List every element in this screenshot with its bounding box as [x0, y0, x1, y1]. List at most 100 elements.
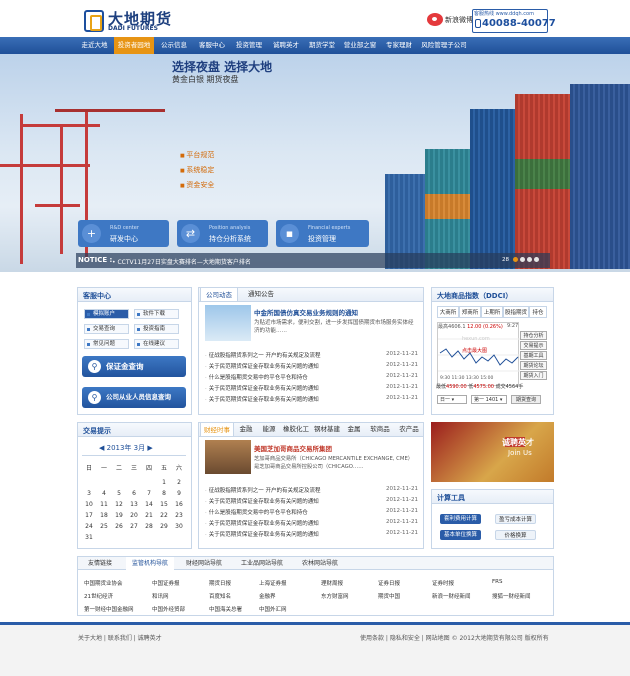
news-item-link[interactable]: 征战股指期货系列之一 开户的有关规定及流程 [205, 486, 380, 494]
calendar-day[interactable]: 4 [97, 490, 111, 497]
news-thumbnail[interactable] [205, 305, 251, 341]
position-analysis-button[interactable]: ⇄ Position analysis 持仓分析系统 [177, 220, 268, 247]
nav-item-careers[interactable]: 诚聘英才 [269, 37, 303, 54]
calendar-day[interactable]: 12 [112, 501, 126, 508]
partner-link[interactable]: 中国外经贸部 [152, 605, 185, 613]
partner-link[interactable]: 理财周报 [321, 579, 343, 587]
news-item-link[interactable]: 关于民范期货保证金存取业务有关问题的通知 [205, 362, 380, 370]
calendar-day[interactable]: 20 [127, 512, 141, 519]
partner-link[interactable]: 金融界 [259, 592, 276, 600]
index-side-item[interactable]: 基期工具 [520, 351, 547, 360]
index-side-item[interactable]: 交易提示 [520, 341, 547, 350]
news-thumbnail[interactable] [205, 440, 251, 474]
tab-links-2[interactable]: 财经网站导航 [180, 557, 228, 570]
index-side-item[interactable]: 持仓分析 [520, 331, 547, 340]
news-item-link[interactable]: 关于民范期货保证金存取业务有关问题的通知 [205, 530, 380, 538]
calendar-day[interactable]: 6 [127, 490, 141, 497]
news-item-link[interactable]: 关于民范期货保证金存取业务有关问题的通知 [205, 497, 380, 505]
recruit-banner[interactable] [431, 422, 554, 482]
nav-item-risk[interactable]: 风险管理子公司 [419, 37, 469, 54]
partner-link[interactable]: 期货日报 [209, 579, 231, 587]
calendar-day[interactable]: 11 [97, 501, 111, 508]
partner-link[interactable]: 证券日报 [378, 579, 400, 587]
partner-link[interactable]: 中国外汇网 [259, 605, 287, 613]
arbitrage-calc-button[interactable]: 套利费用计算 [440, 514, 481, 524]
nav-item-experts[interactable]: 专家理财 [382, 37, 416, 54]
tab-links-0[interactable]: 友情链接 [80, 557, 120, 570]
partner-link[interactable]: 百度知名 [209, 592, 231, 600]
nav-item-school[interactable]: 期货学堂 [305, 37, 339, 54]
weibo-link[interactable]: 新浪微博 [445, 15, 473, 25]
partner-link[interactable]: 上海证券报 [259, 579, 287, 587]
slider-dot[interactable] [513, 257, 518, 262]
partner-link[interactable]: FRS [492, 579, 502, 585]
service-item[interactable]: 软件下载 [134, 309, 179, 319]
tab-market-2[interactable]: 能源 [258, 422, 280, 436]
rd-center-button[interactable]: + R&D center 研发中心 [78, 220, 169, 247]
tab-links-3[interactable]: 工业品网站导航 [234, 557, 290, 570]
calendar-day[interactable]: 13 [127, 501, 141, 508]
tab-index-4[interactable]: 持仓 [529, 306, 547, 318]
calendar-day[interactable]: 29 [157, 523, 171, 530]
futures-query-button[interactable]: 期货查询 [511, 395, 541, 404]
nav-item-branches[interactable]: 营业部之窗 [341, 37, 379, 54]
service-item[interactable]: 常见问题 [84, 339, 129, 349]
calendar-day[interactable]: 15 [157, 501, 171, 508]
partner-link[interactable]: 新浪一财经新闻 [432, 592, 471, 600]
nav-item-about[interactable]: 走近大地 [77, 37, 112, 54]
calendar-day[interactable]: 10 [82, 501, 96, 508]
logo-icon[interactable] [84, 10, 104, 32]
weibo-icon[interactable] [427, 13, 443, 26]
staff-query-button[interactable]: ⚲ 公司从业人员信息查询 [82, 387, 186, 408]
partner-link[interactable]: 中国海关总署 [209, 605, 242, 613]
calendar-day[interactable]: 16 [172, 501, 186, 508]
partner-link[interactable]: 东方财富网 [321, 592, 349, 600]
calendar-day[interactable]: 25 [97, 523, 111, 530]
partner-link[interactable]: 搜狐一财经新闻 [492, 592, 531, 600]
calendar-day[interactable]: 27 [127, 523, 141, 530]
calendar-day[interactable]: 3 [82, 490, 96, 497]
calendar-day[interactable]: 24 [82, 523, 96, 530]
contract-select[interactable]: 第一 1401 ▾ [471, 395, 507, 404]
calendar-day[interactable]: 22 [157, 512, 171, 519]
calendar-day[interactable]: 30 [172, 523, 186, 530]
calendar-day[interactable]: 14 [142, 501, 156, 508]
unit-convert-button[interactable]: 基本单位换算 [440, 530, 481, 540]
partner-link[interactable]: 中国期货业协会 [84, 579, 123, 587]
price-convert-button[interactable]: 价格换算 [495, 530, 536, 540]
footer-links-left[interactable]: 关于大地 | 联系我们 | 诚聘英才 [78, 633, 162, 642]
index-side-item[interactable]: 期货入门 [520, 371, 547, 380]
tab-market-5[interactable]: 金属 [343, 422, 365, 436]
calendar-day[interactable]: 18 [97, 512, 111, 519]
service-item[interactable]: 交易查询 [84, 324, 129, 334]
tab-market-7[interactable]: 农产品 [395, 422, 423, 436]
partner-link[interactable]: 中国证券报 [152, 579, 180, 587]
service-item[interactable]: 投资指南 [134, 324, 179, 334]
tab-market-6[interactable]: 软商品 [366, 422, 394, 436]
service-item[interactable]: 在线建议 [134, 339, 179, 349]
partner-link[interactable]: 和讯网 [152, 592, 169, 600]
news-item-link[interactable]: 关于民范期货保证金存取业务有关问题的通知 [205, 384, 380, 392]
zoom-link[interactable]: 点击最大图 [462, 347, 487, 354]
calendar-day[interactable]: 21 [142, 512, 156, 519]
calendar-day[interactable]: 7 [142, 490, 156, 497]
partner-link[interactable]: 21世纪经济 [84, 592, 113, 600]
footer-links-right[interactable]: 使用条款 | 隐私和安全 | 网站地图 © 2012大地期货有限公司 版权所有 [360, 633, 549, 642]
financial-experts-button[interactable]: ▪ Financial experts 投资管理 [276, 220, 369, 247]
notice-text[interactable]: • CCTV11月27日实盘大赛排名—大地期货客户排名 [112, 257, 251, 266]
tab-index-1[interactable]: 郑商所 [459, 306, 481, 318]
calendar-day[interactable]: 8 [157, 490, 171, 497]
calendar-day[interactable]: 17 [82, 512, 96, 519]
margin-query-button[interactable]: ⚲ 保证金查询 [82, 356, 186, 377]
nav-item-service[interactable]: 客服中心 [195, 37, 229, 54]
news-item-link[interactable]: 关于民范期货保证金存取业务有关问题的通知 [205, 395, 380, 403]
calendar-day[interactable]: 2 [172, 479, 186, 486]
tab-links-1[interactable]: 监管机构导航 [126, 557, 174, 570]
partner-link[interactable]: 第一财经中国金融网 [84, 605, 134, 613]
pnl-calc-button[interactable]: 盈亏成本计算 [495, 514, 536, 524]
tab-index-0[interactable]: 大商所 [437, 306, 459, 318]
news-item-link[interactable]: 什么是股指期货交易中的平仓平仓和持仓 [205, 373, 380, 381]
calendar-day[interactable]: 26 [112, 523, 126, 530]
news-item-link[interactable]: 关于民范期货保证金存取业务有关问题的通知 [205, 519, 380, 527]
tab-index-3[interactable]: 股指期货 [503, 306, 529, 318]
